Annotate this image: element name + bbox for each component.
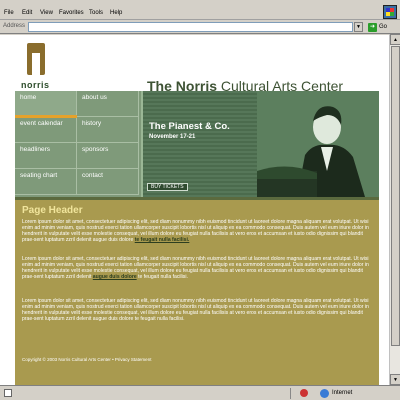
feature-banner: The Pianest & Co. November 17-21 BUY TIC… [141, 91, 379, 197]
menu-tools[interactable]: Tools [89, 10, 103, 16]
logo-mark-icon [27, 43, 45, 75]
feature-date: November 17-21 [149, 134, 196, 140]
site-container: norris The Norris Cultural Arts Center h… [15, 35, 379, 385]
menu-help[interactable]: Help [110, 10, 122, 16]
vertical-scrollbar[interactable]: ▲ ▼ [389, 34, 400, 385]
body-paragraph: Lorem ipsum dolor sit amet, consectetuer… [22, 219, 371, 243]
page-header: Page Header [22, 205, 83, 216]
nav-seating-chart[interactable]: seating chart [15, 169, 77, 195]
feature-title: The Pianest & Co. [149, 121, 230, 132]
windows-flag-icon [383, 5, 397, 19]
nav-about-us[interactable]: about us [77, 91, 139, 117]
address-dropdown-button[interactable]: ▼ [354, 22, 363, 32]
go-button[interactable]: ➜ Go [368, 22, 396, 32]
scroll-up-button[interactable]: ▲ [390, 34, 400, 45]
pianist-photo [257, 91, 379, 197]
menu-file[interactable]: File [4, 10, 14, 16]
go-arrow-icon: ➜ [368, 22, 377, 32]
menu-bar: File Edit View Favorites Tools Help [0, 0, 400, 20]
nav-contact[interactable]: contact [77, 169, 139, 195]
inline-link[interactable]: te feugait nulla facilisi. [135, 237, 190, 243]
page-status-icon [4, 389, 12, 397]
scroll-thumb[interactable] [391, 46, 400, 346]
status-separator [290, 388, 291, 399]
copyright-footer: Copyright © 2003 Norris Cultural Arts Ce… [22, 357, 152, 362]
content-area: Page Header Lorem ipsum dolor sit amet, … [15, 197, 379, 385]
nav-home[interactable]: home [15, 91, 77, 117]
body-paragraph: Lorem ipsum dolor sit amet, consectetuer… [22, 298, 371, 322]
main-nav: home about us event calendar history hea… [15, 91, 141, 197]
page-viewport: norris The Norris Cultural Arts Center h… [0, 35, 389, 385]
paragraph-text-after: te feugait nulla facilisi. [136, 274, 188, 281]
paragraph-text: Lorem ipsum dolor sit amet, consectetuer… [22, 298, 369, 323]
address-label: Address [3, 23, 26, 29]
nav-sponsors[interactable]: sponsors [77, 143, 139, 169]
inline-link[interactable]: augue duis dolore [93, 274, 137, 280]
status-bar: Internet [0, 385, 400, 400]
nav-event-calendar[interactable]: event calendar [15, 117, 77, 143]
paragraph-text: Lorem ipsum dolor sit amet, consectetuer… [22, 219, 369, 244]
menu-view[interactable]: View [40, 10, 53, 16]
feature-divider [141, 91, 143, 197]
menu-edit[interactable]: Edit [22, 10, 32, 16]
buy-tickets-button[interactable]: BUY TICKETS [147, 183, 188, 191]
scroll-down-button[interactable]: ▼ [390, 374, 400, 385]
norris-logo[interactable]: norris [21, 43, 51, 95]
nav-active-indicator [15, 115, 77, 118]
menu-favorites[interactable]: Favorites [59, 10, 84, 16]
body-paragraph: Lorem ipsum dolor sit amet, consectetuer… [22, 256, 371, 280]
internet-globe-icon [320, 389, 329, 398]
security-icon [300, 389, 308, 397]
nav-history[interactable]: history [77, 117, 139, 143]
address-input[interactable] [28, 22, 353, 32]
address-bar: Address ▼ ➜ Go [0, 20, 400, 34]
status-zone-label: Internet [332, 390, 353, 396]
paragraph-text: Lorem ipsum dolor sit amet, consectetuer… [22, 256, 369, 281]
go-label: Go [379, 24, 388, 30]
logo-text: norris [21, 80, 50, 90]
nav-headliners[interactable]: headliners [15, 143, 77, 169]
